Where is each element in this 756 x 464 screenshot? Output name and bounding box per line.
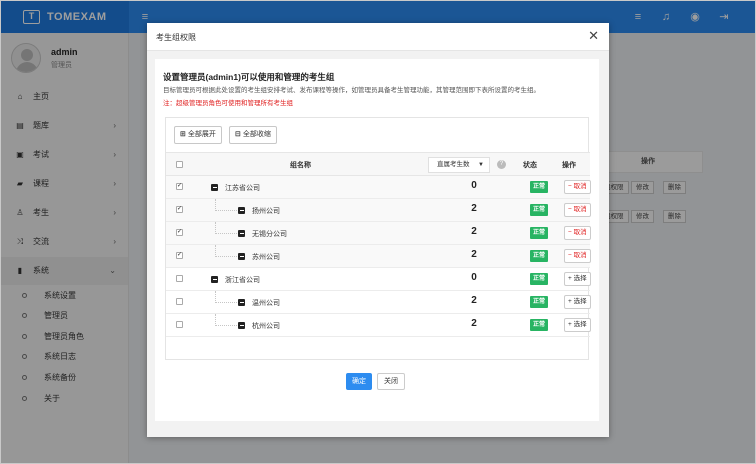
close-icon[interactable]: ✕ [588,28,599,44]
dialog-header: 考生组权限 ✕ [147,23,609,51]
close-button[interactable]: 关闭 [377,373,405,390]
table-row[interactable]: 温州公司 2 正常 + 选择 [166,291,591,314]
tree-connector [215,314,239,326]
help-icon[interactable]: ? [497,160,506,169]
status-badge: 正常 [530,181,549,193]
cancel-button[interactable]: − 取消 [564,226,591,240]
collapse-node-icon[interactable] [238,253,245,260]
status-badge: 正常 [530,273,549,285]
app-window: T TOMEXAM ≡ ≡ ♫ ◉ ⇥ admin 管理员 ⌂ 主页 ▤ 题库 … [0,0,756,464]
row-checkbox[interactable]: ✓ [176,229,183,236]
examinee-count: 2 [471,318,477,329]
count-type-select[interactable]: 直属考生数 ▼ [428,157,490,173]
collapse-node-icon[interactable] [211,276,218,283]
tree-connector [215,199,239,211]
row-checkbox[interactable]: ✓ [176,183,183,190]
group-name: 杭州公司 [252,323,280,330]
group-name: 扬州公司 [252,208,280,215]
minus-square-icon: ⊟ [235,131,241,138]
status-badge: 正常 [530,296,549,308]
dialog-warning: 注：超级管理员角色可使用和管理所有考生组 [163,100,293,107]
group-permission-dialog: 考生组权限 ✕ 设置管理员(admin1)可以使用和管理的考生组 目标管理员可根… [147,23,609,437]
cancel-button[interactable]: − 取消 [564,249,591,263]
row-checkbox[interactable]: ✓ [176,206,183,213]
group-name: 温州公司 [252,300,280,307]
examinee-count: 2 [471,226,477,237]
row-checkbox[interactable] [176,298,183,305]
collapse-node-icon[interactable] [238,207,245,214]
cancel-button[interactable]: − 取消 [564,180,591,194]
row-checkbox[interactable]: ✓ [176,252,183,259]
group-name: 无锡分公司 [252,231,287,238]
choose-button[interactable]: + 选择 [564,272,591,286]
expand-all-button[interactable]: ⊞ 全部展开 [174,126,222,144]
confirm-button[interactable]: 确定 [346,373,372,390]
group-name: 苏州公司 [252,254,280,261]
table-row[interactable]: 浙江省公司 0 正常 + 选择 [166,268,591,291]
examinee-count: 0 [471,272,477,283]
col-name-header: 组名称 [290,162,311,169]
dialog-description: 目标管理员可根据此处设置的考生组安排考试、发布课程等操作，如管理员具备考生管理功… [163,87,540,94]
choose-button[interactable]: + 选择 [564,295,591,309]
collapse-all-button[interactable]: ⊟ 全部收缩 [229,126,277,144]
group-tree-panel: ⊞ 全部展开 ⊟ 全部收缩 组名称 直属考生数 ▼ ? 状态 操作 ✓ 江苏省公… [165,117,591,360]
status-badge: 正常 [530,319,549,331]
table-row[interactable]: 杭州公司 2 正常 + 选择 [166,314,591,337]
examinee-count: 2 [471,295,477,306]
table-row[interactable]: ✓ 扬州公司 2 正常 − 取消 [166,199,591,222]
table-row[interactable]: ✓ 苏州公司 2 正常 − 取消 [166,245,591,268]
tree-connector [215,245,239,257]
table-row[interactable]: ✓ 江苏省公司 0 正常 − 取消 [166,176,591,199]
choose-button[interactable]: + 选择 [564,318,591,332]
tree-connector [215,222,239,234]
col-status-header: 状态 [523,162,537,169]
select-all-checkbox[interactable] [176,161,183,168]
dialog-body: 设置管理员(admin1)可以使用和管理的考生组 目标管理员可根据此处设置的考生… [155,59,599,421]
tree-connector [215,291,239,303]
collapse-node-icon[interactable] [238,299,245,306]
status-badge: 正常 [530,250,549,262]
caret-down-icon: ▼ [478,162,484,168]
row-checkbox[interactable] [176,321,183,328]
examinee-count: 2 [471,249,477,260]
group-name: 江苏省公司 [225,185,260,192]
col-action-header: 操作 [562,162,576,169]
examinee-count: 2 [471,203,477,214]
dialog-title: 考生组权限 [156,33,196,42]
collapse-node-icon[interactable] [211,184,218,191]
plus-square-icon: ⊞ [180,131,186,138]
examinee-count: 0 [471,180,477,191]
table-row[interactable]: ✓ 无锡分公司 2 正常 − 取消 [166,222,591,245]
table-header: 组名称 直属考生数 ▼ ? 状态 操作 [166,152,590,176]
dialog-heading: 设置管理员(admin1)可以使用和管理的考生组 [163,72,335,82]
status-badge: 正常 [530,204,549,216]
collapse-node-icon[interactable] [238,230,245,237]
status-badge: 正常 [530,227,549,239]
cancel-button[interactable]: − 取消 [564,203,591,217]
collapse-node-icon[interactable] [238,322,245,329]
group-name: 浙江省公司 [225,277,260,284]
row-checkbox[interactable] [176,275,183,282]
